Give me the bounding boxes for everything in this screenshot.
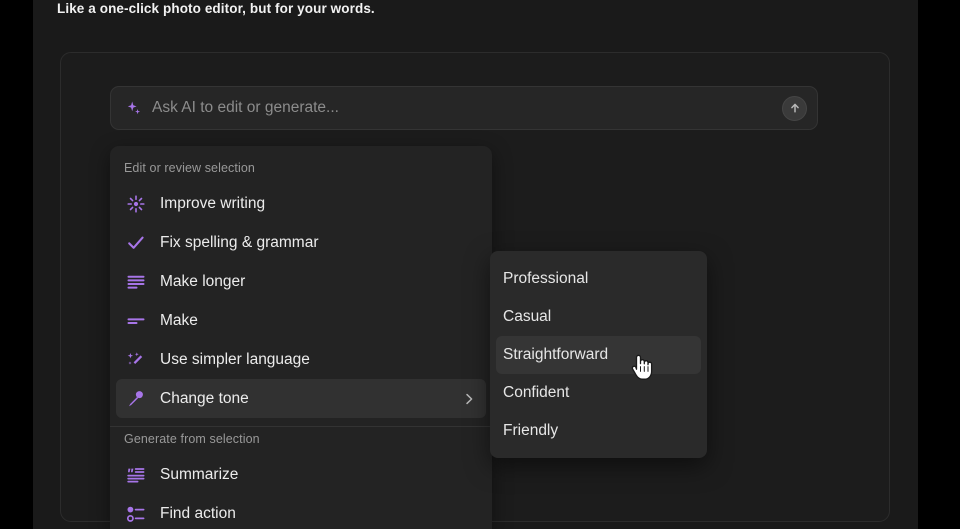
menu-item-improve-writing[interactable]: Improve writing (116, 184, 486, 223)
menu-section-label-edit: Edit or review selection (124, 161, 255, 175)
sparkle-icon (125, 100, 142, 117)
menu-item-make-shorter[interactable]: Make (116, 301, 486, 340)
submenu-item-label: Straightforward (503, 346, 609, 363)
check-icon (124, 232, 148, 254)
quote-lines-icon (124, 464, 148, 486)
submenu-item-confident[interactable]: Confident (496, 374, 701, 412)
menu-item-label: Make (160, 311, 198, 329)
menu-item-label: Change tone (160, 389, 249, 407)
menu-item-use-simpler-language[interactable]: Use simpler language (116, 340, 486, 379)
magic-wand-icon (124, 349, 148, 371)
sparkle-burst-icon (124, 193, 148, 215)
menu-section-label-generate: Generate from selection (124, 432, 260, 446)
lines-short-icon (124, 310, 148, 332)
submenu-item-straightforward[interactable]: Straightforward (496, 336, 701, 374)
menu-item-summarize[interactable]: Summarize (116, 455, 486, 494)
menu-item-label: Improve writing (160, 194, 266, 212)
change-tone-submenu: Professional Casual Straightforward Conf… (490, 251, 707, 458)
submenu-item-label: Confident (503, 384, 570, 401)
menu-item-label: Fix spelling & grammar (160, 233, 319, 251)
menu-item-label: Summarize (160, 465, 239, 483)
ai-prompt-bar[interactable] (110, 86, 818, 130)
screenshot-root: Like a one-click photo editor, but for y… (0, 0, 960, 529)
chevron-right-icon (462, 392, 476, 406)
submit-button[interactable] (782, 95, 807, 121)
microphone-icon (124, 388, 148, 410)
menu-item-find-action[interactable]: Find action (116, 494, 486, 529)
checklist-icon (124, 503, 148, 525)
menu-item-label: Make longer (160, 272, 246, 290)
menu-item-label: Use simpler language (160, 350, 310, 368)
arrow-up-icon (790, 103, 799, 113)
menu-item-label: Find action (160, 504, 236, 522)
menu-item-make-longer[interactable]: Make longer (116, 262, 486, 301)
submenu-item-label: Friendly (503, 422, 559, 439)
submenu-item-professional[interactable]: Professional (496, 260, 701, 298)
ai-prompt-input[interactable] (152, 99, 782, 117)
submenu-item-label: Casual (503, 308, 552, 325)
menu-item-change-tone[interactable]: Change tone (116, 379, 486, 418)
ai-actions-menu: Edit or review selection Improve writing… (110, 146, 492, 529)
page-tagline: Like a one-click photo editor, but for y… (57, 1, 375, 16)
submenu-item-label: Professional (503, 270, 589, 287)
lines-long-icon (124, 271, 148, 293)
submenu-item-friendly[interactable]: Friendly (496, 412, 701, 450)
submenu-item-casual[interactable]: Casual (496, 298, 701, 336)
menu-item-fix-spelling-grammar[interactable]: Fix spelling & grammar (116, 223, 486, 262)
